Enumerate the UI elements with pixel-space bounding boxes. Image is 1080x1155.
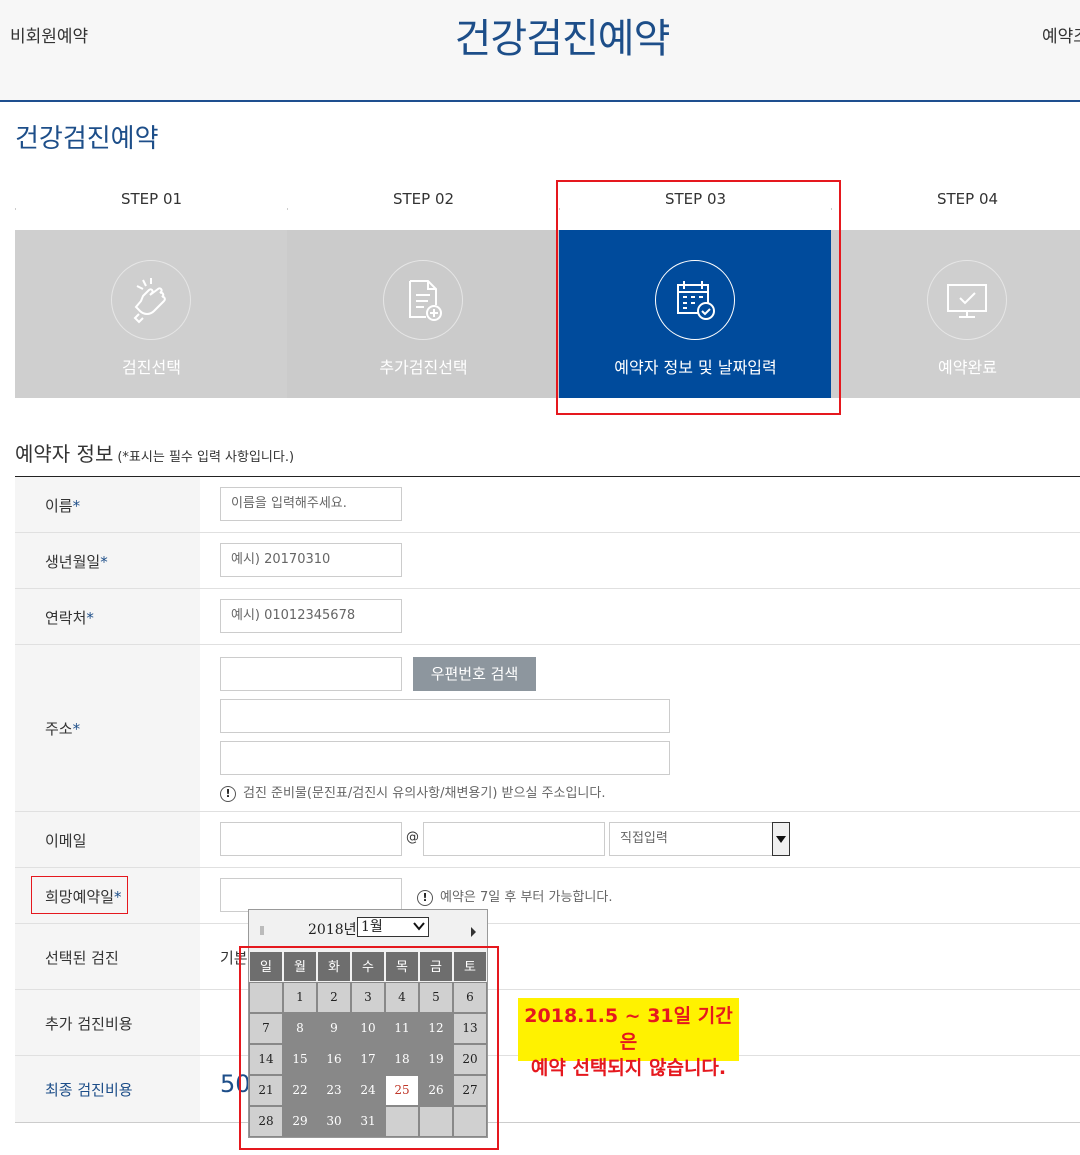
address-notice: ! 검진 준비물(문진표/검진시 유의사항/채변용기) 받으실 주소입니다.: [220, 782, 606, 802]
row-divider: [15, 811, 1080, 812]
birth-input[interactable]: 예시) 20170310: [220, 543, 402, 577]
calendar-year: 2018년: [308, 922, 357, 938]
annotation-callout: 2018.1.5 ~ 31일 기간은 예약 선택되지 않습니다.: [518, 998, 739, 1079]
email-at-sign: @: [406, 830, 419, 845]
step-label: 추가검진선택: [379, 358, 468, 377]
step-number-1: STEP 01: [15, 190, 288, 208]
address-input[interactable]: [220, 699, 670, 733]
callout-line: 2018.1.5 ~ 31일 기간은: [524, 1005, 733, 1053]
row-divider: [15, 588, 1080, 589]
email-label: 이메일: [45, 832, 87, 850]
form-bottom-border: [15, 1122, 1080, 1123]
hand-tap-icon: [111, 260, 191, 340]
chevron-down-icon[interactable]: [772, 822, 790, 856]
zipcode-search-button[interactable]: 우편번호 검색: [413, 657, 536, 691]
email-id-input[interactable]: [220, 822, 402, 856]
header-title: 건강검진예약: [454, 16, 671, 62]
next-month-icon[interactable]: [471, 927, 476, 937]
step-number-4: STEP 04: [831, 190, 1080, 208]
phone-input[interactable]: 예시) 01012345678: [220, 599, 402, 633]
callout-line: 예약 선택되지 않습니다.: [530, 1057, 727, 1079]
step-panel-complete: 예약완료: [831, 230, 1080, 398]
exclamation-icon: !: [220, 785, 236, 802]
phone-label: 연락처*: [45, 609, 94, 627]
row-divider: [15, 923, 1080, 924]
step-panel-additional-exam: 추가검진선택: [287, 230, 560, 398]
chevron-down-icon: [413, 922, 425, 931]
row-divider: [15, 989, 1080, 990]
final-cost-label: 최종 검진비용: [45, 1081, 133, 1099]
section-note: (*표시는 필수 입력 사항입니다.): [117, 450, 295, 465]
monitor-check-icon: [927, 260, 1007, 340]
extra-cost-label: 추가 검진비용: [45, 1015, 133, 1033]
exclamation-icon: !: [417, 889, 433, 906]
step-label: 예약완료: [938, 358, 997, 377]
row-divider: [15, 644, 1080, 645]
address-label: 주소*: [45, 720, 81, 738]
reservation-lookup-link[interactable]: 예약조: [1042, 22, 1080, 47]
row-divider: [15, 867, 1080, 868]
calendar-highlight-box: [239, 946, 499, 1150]
document-add-icon: [383, 260, 463, 340]
section-title: 예약자 정보 (*표시는 필수 입력 사항입니다.): [15, 442, 295, 466]
prev-month-icon[interactable]: [260, 926, 264, 935]
month-select[interactable]: 1월: [357, 917, 429, 937]
step3-highlight-box: [556, 180, 841, 415]
hope-date-highlight-box: [31, 876, 128, 914]
address-detail-input[interactable]: [220, 741, 670, 775]
selected-exam-label: 선택된 검진: [45, 949, 119, 967]
birth-label: 생년월일*: [45, 553, 108, 571]
step-panel-exam-select: 검진선택: [15, 230, 288, 398]
step-label: 검진선택: [122, 358, 181, 377]
name-label: 이름*: [45, 497, 81, 515]
step-number-2: STEP 02: [287, 190, 560, 208]
email-domain-input[interactable]: [423, 822, 605, 856]
hope-date-notice: ! 예약은 7일 후 부터 가능합니다.: [417, 886, 612, 906]
name-input[interactable]: 이름을 입력해주세요.: [220, 487, 402, 521]
page-title: 건강검진예약: [15, 124, 159, 154]
row-divider: [15, 532, 1080, 533]
zipcode-input[interactable]: [220, 657, 402, 691]
email-domain-select[interactable]: 직접입력: [609, 822, 790, 856]
hope-date-input[interactable]: [220, 878, 402, 912]
